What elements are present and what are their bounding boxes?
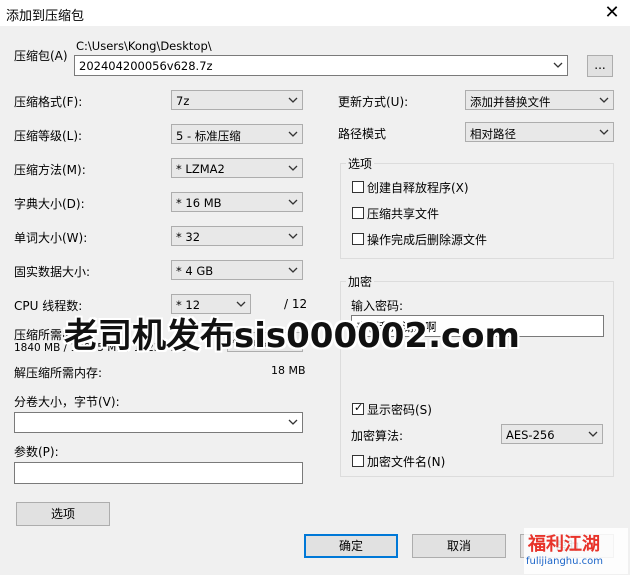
update-value: 添加并替换文件 xyxy=(470,95,551,109)
chevron-down-icon xyxy=(588,431,598,437)
level-label: 压缩等级(L): xyxy=(14,129,83,143)
delete-checkbox[interactable] xyxy=(352,233,364,245)
close-button[interactable]: ✕ xyxy=(602,2,622,23)
word-select[interactable]: * 32 xyxy=(171,226,303,246)
watermark-text: 老司机发布sis000002.com xyxy=(64,316,520,356)
solid-select[interactable]: * 4 GB xyxy=(171,260,303,280)
shared-label: 压缩共享文件 xyxy=(367,207,440,221)
volume-label: 分卷大小，字节(V): xyxy=(14,395,120,409)
archive-path: C:\Users\Kong\Desktop\ xyxy=(76,39,212,53)
enc-method-select[interactable]: AES-256 xyxy=(501,424,603,444)
delete-label: 操作完成后删除源文件 xyxy=(367,233,488,247)
word-value: * 32 xyxy=(176,230,201,244)
cancel-button[interactable]: 取消 xyxy=(412,534,506,558)
ok-button[interactable]: 确定 xyxy=(304,534,398,558)
method-label: 压缩方法(M): xyxy=(14,163,86,177)
method-value: * LZMA2 xyxy=(176,162,225,176)
sfx-checkbox[interactable] xyxy=(352,181,364,193)
site-logo: 福利江湖 fulijianghu.com xyxy=(524,528,628,574)
archive-name-value: 202404200056v628.7z xyxy=(79,59,213,73)
dict-label: 字典大小(D): xyxy=(14,197,85,211)
chevron-down-icon xyxy=(599,97,609,103)
format-label: 压缩格式(F): xyxy=(14,95,83,109)
archive-name-combo[interactable]: 202404200056v628.7z xyxy=(74,55,568,76)
dict-value: * 16 MB xyxy=(176,196,222,210)
pathmode-value: 相对路径 xyxy=(470,127,516,141)
enc-method-value: AES-256 xyxy=(506,428,555,442)
pathmode-label: 路径模式 xyxy=(338,127,387,141)
params-input[interactable] xyxy=(14,462,303,484)
update-select[interactable]: 添加并替换文件 xyxy=(465,90,614,110)
archive-label: 压缩包(A) xyxy=(14,49,68,63)
params-label: 参数(P): xyxy=(14,445,59,459)
update-label: 更新方式(U): xyxy=(338,95,409,109)
chevron-down-icon xyxy=(288,199,298,205)
logo-url: fulijianghu.com xyxy=(526,556,603,567)
chevron-down-icon xyxy=(288,267,298,273)
volume-select[interactable] xyxy=(14,412,303,433)
encrypt-names-label: 加密文件名(N) xyxy=(367,455,446,469)
options-group-title: 选项 xyxy=(346,155,375,172)
title-bar xyxy=(0,0,630,26)
show-password-label: 显示密码(S) xyxy=(367,403,432,417)
method-select[interactable]: * LZMA2 xyxy=(171,158,303,178)
encryption-group-title: 加密 xyxy=(346,273,375,290)
dict-select[interactable]: * 16 MB xyxy=(171,192,303,212)
chevron-down-icon xyxy=(288,233,298,239)
chevron-down-icon xyxy=(288,419,298,425)
solid-value: * 4 GB xyxy=(176,264,214,278)
format-value: 7z xyxy=(176,94,190,108)
pathmode-select[interactable]: 相对路径 xyxy=(465,122,614,142)
word-label: 单词大小(W): xyxy=(14,231,88,245)
shared-checkbox[interactable] xyxy=(352,207,364,219)
mem-decompress-value: 18 MB xyxy=(271,364,306,377)
solid-label: 固实数据大小: xyxy=(14,265,91,279)
format-select[interactable]: 7z xyxy=(171,90,303,110)
level-value: 5 - 标准压缩 xyxy=(176,129,241,143)
sfx-label: 创建自释放程序(X) xyxy=(367,181,469,195)
encrypt-names-checkbox[interactable] xyxy=(352,455,364,467)
chevron-down-icon xyxy=(599,129,609,135)
chevron-down-icon xyxy=(288,131,298,137)
browse-button[interactable]: ... xyxy=(587,55,613,77)
chevron-down-icon xyxy=(288,97,298,103)
level-select[interactable]: 5 - 标准压缩 xyxy=(171,124,303,144)
enc-method-label: 加密算法: xyxy=(351,429,404,443)
window-title: 添加到压缩包 xyxy=(6,9,85,24)
chevron-down-icon xyxy=(288,165,298,171)
options-button[interactable]: 选项 xyxy=(16,502,110,526)
logo-title: 福利江湖 xyxy=(528,534,600,555)
chevron-down-icon xyxy=(553,62,563,68)
check-icon: ✓ xyxy=(354,401,364,414)
mem-decompress-label: 解压缩所需内存: xyxy=(14,366,103,380)
show-password-checkbox[interactable]: ✓ xyxy=(352,401,364,415)
